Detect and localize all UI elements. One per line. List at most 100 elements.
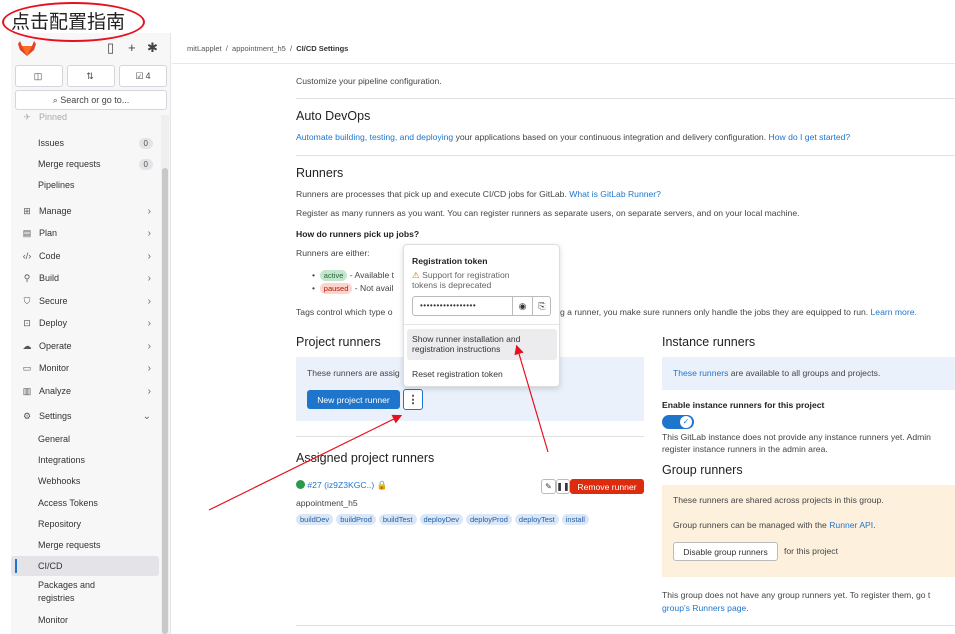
search-button[interactable]: ⌕ Search or go to... (15, 90, 167, 110)
sidebar-item-settings[interactable]: ⚙ Settings ⌄ (11, 406, 159, 426)
what-is-runner-link[interactable]: What is GitLab Runner? (569, 189, 661, 199)
group-runners-text-1: These runners are shared across projects… (673, 495, 884, 505)
gitlab-logo-icon[interactable] (18, 41, 36, 57)
runner-tag: deployProd (465, 514, 512, 525)
general-pipelines-desc: Customize your pipeline configuration. (296, 76, 442, 86)
enable-instance-runners-toggle[interactable] (662, 415, 694, 429)
get-started-link[interactable]: How do I get started? (769, 132, 851, 142)
pin-icon: ✈ (23, 111, 31, 122)
learn-more-link[interactable]: Learn more. (871, 307, 917, 317)
sidebar-item-analyze[interactable]: ▥ Analyze › (11, 381, 159, 401)
sidebar-item-settings-merge-requests[interactable]: Merge requests (11, 535, 159, 555)
eye-icon[interactable]: ◉ (512, 297, 532, 315)
runner-tag: buildTest (378, 514, 417, 525)
breadcrumb-project[interactable]: appointment_h5 (232, 44, 286, 53)
user-avatar-icon[interactable]: ✱ (147, 40, 158, 56)
sidebar-item-cicd[interactable]: CI/CD (11, 556, 159, 576)
manage-icon: ⊞ (23, 205, 31, 216)
chevron-right-icon: › (147, 250, 151, 262)
chevron-right-icon: › (147, 295, 151, 307)
active-badge: active (319, 270, 348, 281)
sidebar-item-access-tokens[interactable]: Access Tokens (11, 493, 159, 513)
rocket-icon: ⚲ (23, 272, 31, 283)
warning-icon: ⚠ (412, 270, 420, 280)
runner-id-link[interactable]: #27 (iz9Z3KGC..) (307, 480, 374, 490)
more-actions-kebab-button[interactable]: ⋮ (403, 389, 423, 410)
sidebar-item-general[interactable]: General (11, 429, 159, 449)
pinned-header[interactable]: ✈ Pinned (11, 110, 159, 124)
show-instructions-menu-item[interactable]: Show runner installation and registratio… (407, 329, 557, 360)
assigned-runners-title: Assigned project runners (296, 451, 435, 465)
mr-count-button[interactable]: ⇅ (67, 65, 115, 87)
runners-either: Runners are either: (296, 248, 370, 258)
instance-runners-link[interactable]: These runners (673, 368, 728, 378)
enable-instance-label: Enable instance runners for this project (662, 400, 825, 410)
remove-runner-button[interactable]: Remove runner (570, 479, 644, 494)
token-field[interactable]: ••••••••••••••••• ◉ ⎘ (412, 296, 551, 316)
create-new-icon[interactable]: + (128, 40, 136, 55)
runner-tag: deployTest (514, 514, 559, 525)
group-footer-1: This group does not have any group runne… (662, 590, 931, 600)
new-project-runner-button[interactable]: New project runner (307, 390, 400, 409)
chevron-right-icon: › (147, 272, 151, 284)
group-runners-title: Group runners (662, 463, 743, 477)
chevron-right-icon: › (147, 205, 151, 217)
chevron-right-icon: › (147, 385, 151, 397)
sidebar-item-repository[interactable]: Repository (11, 514, 159, 534)
deploy-icon: ⊡ (23, 317, 31, 328)
sidebar-item-integrations[interactable]: Integrations (11, 450, 159, 470)
sidebar-item-build[interactable]: ⚲ Build › (11, 268, 159, 288)
search-icon: ⌕ (52, 95, 58, 105)
project-runners-title: Project runners (296, 335, 381, 349)
disable-group-runners-button[interactable]: Disable group runners (673, 542, 778, 561)
sidebar-item-pipelines[interactable]: Pipelines (11, 175, 159, 195)
sidebar-toggle-icon[interactable]: ▯ (107, 40, 114, 56)
paused-state-item: • paused - Not avail (312, 283, 394, 294)
runner-tag: buildDev (296, 514, 334, 525)
popover-title: Registration token (412, 256, 488, 266)
for-this-project-label: for this project (784, 546, 838, 556)
active-state-item: • active - Available t (312, 270, 395, 281)
sidebar-item-operate[interactable]: ☁ Operate › (11, 336, 159, 356)
sidebar-item-manage[interactable]: ⊞ Manage › (11, 201, 159, 221)
runner-api-link[interactable]: Runner API (829, 520, 873, 530)
sidebar: ▯ + ✱ ◫ ⇅ ☑ 4 ⌕ Search or go to... ✈ Pinne… (11, 33, 171, 634)
pencil-icon: ✎ (545, 482, 552, 491)
pause-runner-button[interactable]: ❚❚ (556, 479, 570, 494)
token-value: ••••••••••••••••• (420, 301, 477, 310)
reset-token-menu-item[interactable]: Reset registration token (412, 369, 503, 379)
group-runners-page-link[interactable]: group's Runners page (662, 603, 746, 613)
todo-count-button[interactable]: ☑ 4 (119, 65, 167, 87)
plan-icon: ▤ (22, 227, 32, 238)
autodevops-title[interactable]: Auto DevOps (296, 109, 370, 123)
sidebar-item-deploy[interactable]: ⊡ Deploy › (11, 313, 159, 333)
breadcrumb-group[interactable]: mitLapplet (187, 44, 222, 53)
runner-row: #27 (iz9Z3KGC..) 🔒 (296, 480, 387, 491)
chevron-right-icon: › (147, 362, 151, 374)
shield-icon: ⛉ (23, 295, 31, 306)
sidebar-item-packages-line2[interactable]: registries (11, 591, 159, 605)
sidebar-scroll-thumb[interactable] (162, 168, 168, 634)
runner-description: appointment_h5 (296, 498, 358, 508)
sidebar-item-plan[interactable]: ▤ Plan › (11, 223, 159, 243)
runners-title[interactable]: Runners (296, 166, 343, 180)
sidebar-item-packages[interactable]: Packages and (11, 578, 159, 592)
runner-tag: buildProd (336, 514, 376, 525)
sidebar-item-monitor[interactable]: ▭ Monitor › (11, 358, 159, 378)
sidebar-item-code[interactable]: ‹/› Code › (11, 246, 159, 266)
autodevops-desc: Automate building, testing, and deployin… (296, 132, 851, 142)
instance-runners-title: Instance runners (662, 335, 756, 349)
runners-register-desc: Register as many runners as you want. Yo… (296, 208, 800, 218)
annotation-label: 点击配置指南 (11, 11, 126, 33)
sidebar-item-settings-monitor[interactable]: Monitor (11, 610, 159, 630)
issues-count-button[interactable]: ◫ (15, 65, 63, 87)
edit-runner-button[interactable]: ✎ (541, 479, 556, 494)
sidebar-item-webhooks[interactable]: Webhooks (11, 471, 159, 491)
sidebar-item-merge-requests[interactable]: Merge requests 0 (11, 154, 159, 174)
copy-icon[interactable]: ⎘ (532, 297, 551, 315)
code-icon: ‹/› (22, 251, 32, 261)
sidebar-item-issues[interactable]: Issues 0 (11, 133, 159, 153)
tags-desc-a: Tags control which type o (296, 307, 393, 317)
autodevops-link[interactable]: Automate building, testing, and deployin… (296, 132, 453, 142)
sidebar-item-secure[interactable]: ⛉ Secure › (11, 291, 159, 311)
